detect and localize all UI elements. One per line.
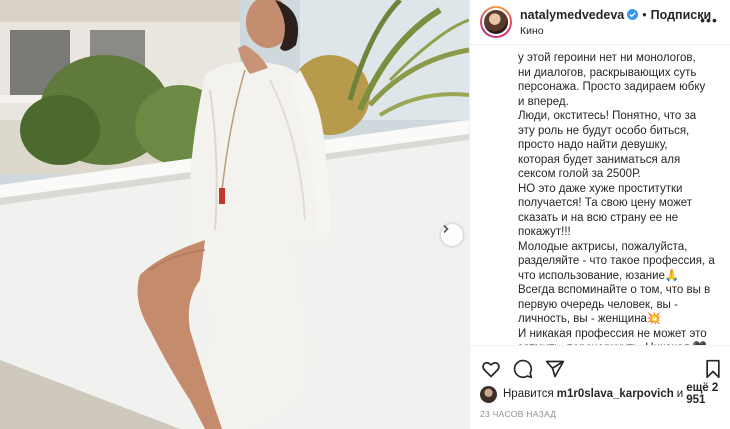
caption-line: сексом голой за 2500Р. — [518, 168, 641, 180]
caption-line: разделяйте - что такое профессия, а — [518, 255, 715, 267]
liker-avatar[interactable] — [480, 385, 497, 403]
heart-icon[interactable] — [480, 358, 502, 380]
caption-line: ни диалогов, раскрывающих суть — [518, 66, 697, 79]
caption-line: у этой героини нет ни монологов, — [518, 52, 696, 64]
caption-line: первую очередь человек, вы - — [518, 298, 678, 311]
header-text: natalymedvedeva • Подписки Кино — [520, 8, 711, 37]
instagram-post: natalymedvedeva • Подписки Кино ••• у эт… — [0, 0, 730, 429]
share-icon[interactable] — [544, 358, 566, 380]
liker-username-link[interactable]: m1r0slava_karpovich — [557, 388, 674, 400]
header-row: natalymedvedeva • Подписки — [520, 8, 711, 22]
likes-prefix: Нравится — [503, 388, 554, 400]
photo-illustration — [0, 0, 469, 429]
post-photo[interactable] — [0, 0, 469, 429]
username-link[interactable]: natalymedvedeva — [520, 8, 624, 22]
caption-line: НО это даже хуже проститутки — [518, 182, 683, 195]
caption-area: у этой героини нет ни монологов, ни диало… — [470, 44, 730, 345]
caption-line: что использование, юзание🙏 — [518, 269, 680, 282]
post-header: natalymedvedeva • Подписки Кино ••• — [470, 0, 730, 44]
bookmark-icon[interactable] — [702, 358, 724, 380]
caption-line: и вперед. — [518, 95, 569, 108]
post-location[interactable]: Кино — [520, 25, 711, 37]
caption-text: у этой героини нет ни монологов, ни диало… — [518, 51, 723, 345]
caption-line: эту роль не будут особо биться, — [518, 124, 690, 137]
avatar-image — [482, 8, 510, 36]
post-side-panel: natalymedvedeva • Подписки Кино ••• у эт… — [469, 0, 730, 429]
caption-line: сказать и на всю страну ее не — [518, 211, 679, 224]
caption-line: покажут!!! — [518, 226, 571, 238]
caption-line: просто надо найти девушку, — [518, 139, 668, 151]
caption-line: Всегда вспоминайте о том, что вы в — [518, 284, 711, 296]
likes-summary: Нравится m1r0slava_karpovich и ещё 2 951 — [480, 382, 730, 406]
post-timestamp[interactable]: 23 ЧАСОВ НАЗАД — [480, 409, 556, 419]
caption-line: Люди, окститесь! Понятно, что за — [518, 110, 697, 122]
caption-line: И никакая профессия не может это — [518, 327, 707, 340]
comment-icon[interactable] — [512, 358, 534, 380]
caption-line: получается! Та свою цену может — [518, 197, 693, 209]
separator-dot: • — [642, 7, 647, 22]
next-photo-button[interactable] — [441, 224, 463, 246]
profile-avatar[interactable] — [480, 6, 512, 38]
more-options-icon[interactable]: ••• — [699, 12, 719, 28]
verified-badge-icon — [627, 9, 639, 20]
caption-line: Молодые актрисы, пожалуйста, — [518, 240, 688, 253]
likes-count-link[interactable]: ещё 2 951 — [686, 382, 727, 406]
likes-middle: и — [676, 388, 684, 400]
caption-line: персонажа. Просто задираем юбку — [518, 81, 706, 93]
caption-line: которая будет заниматься аля — [518, 153, 681, 166]
caption-line: личность, вы - женщина💥 — [518, 313, 662, 325]
chevron-right-icon — [443, 224, 449, 234]
